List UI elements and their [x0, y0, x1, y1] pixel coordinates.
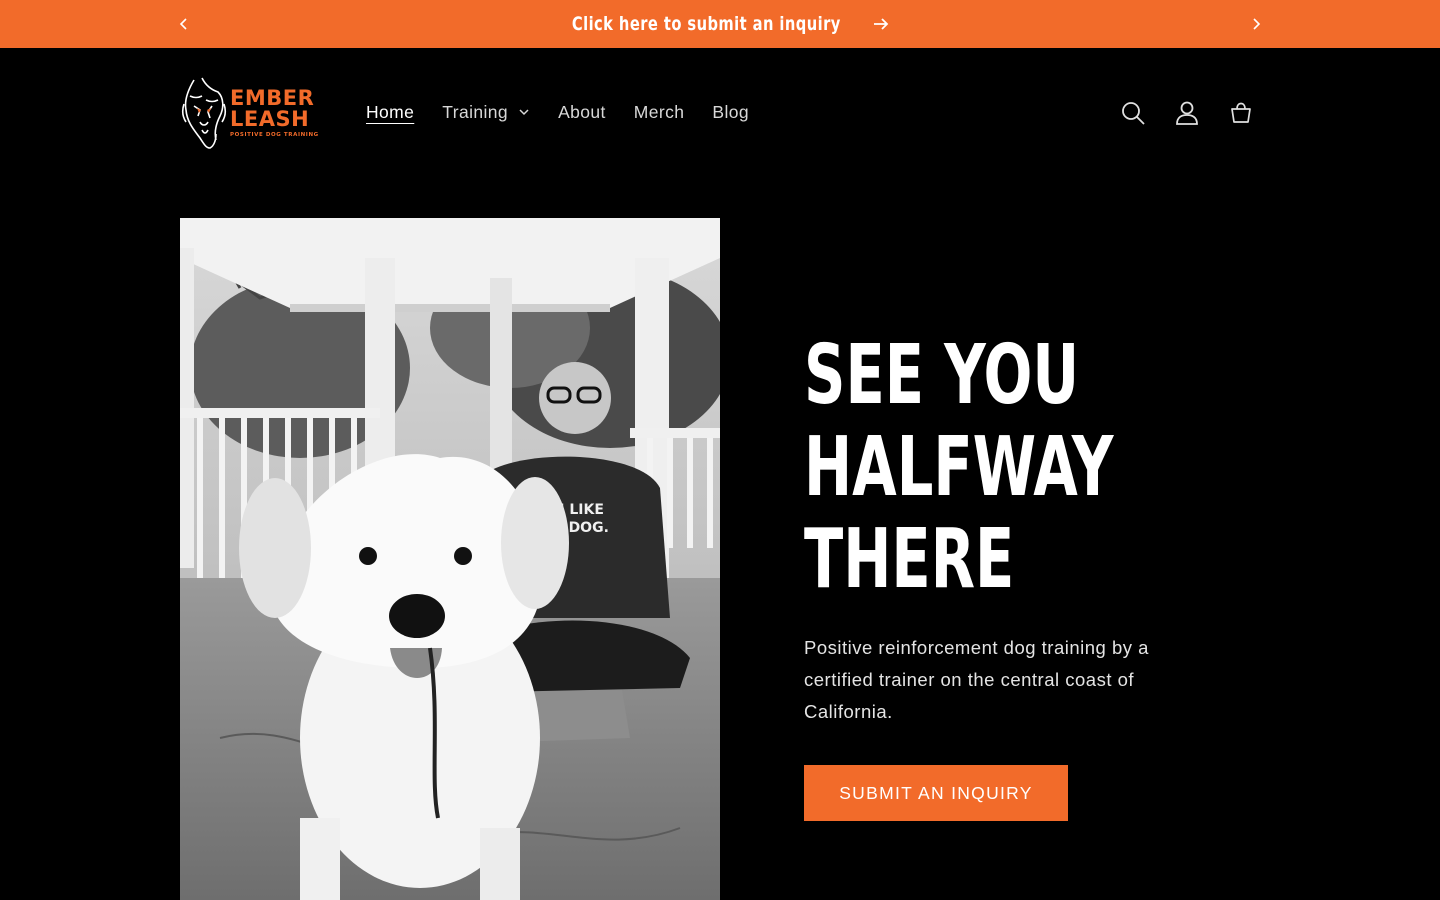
account-icon	[1176, 101, 1198, 125]
announcement-next-button[interactable]	[1244, 12, 1268, 36]
wolf-logo-icon	[181, 77, 227, 149]
nav-item-training-label: Training	[442, 101, 509, 122]
arrow-right-icon	[874, 18, 889, 30]
announcement-link[interactable]: Click here to submit an inquiry	[0, 0, 1440, 48]
search-icon	[1122, 102, 1145, 125]
hero-description: Positive reinforcement dog training by a…	[804, 637, 1149, 722]
submit-inquiry-button[interactable]: SUBMIT AN INQUIRY	[804, 765, 1068, 821]
search-button[interactable]	[1112, 92, 1154, 134]
chevron-down-icon	[519, 109, 529, 116]
announcement-bar: Click here to submit an inquiry	[0, 0, 1440, 48]
nav-item-training[interactable]: Training	[428, 102, 544, 123]
nav-item-blog[interactable]: Blog	[698, 102, 763, 123]
cart-button[interactable]	[1220, 92, 1262, 134]
site-header: EMBER LEASH POSITIVE DOG TRAINING Home T…	[0, 48, 1440, 176]
nav-item-about[interactable]: About	[544, 102, 620, 123]
hero-title-line-2: HALFWAY	[804, 420, 1114, 515]
header-icons	[1112, 92, 1262, 134]
hero-title-line-3: THERE	[804, 512, 1015, 607]
logo[interactable]: EMBER LEASH POSITIVE DOG TRAINING	[180, 76, 322, 150]
main-nav: Home Training About Merch Blog	[352, 98, 763, 126]
hero-photo-illustration: HEY, I LIKE YOUR DOG.	[180, 218, 720, 900]
hero-title: SEE YOU HALFWAY THERE	[804, 330, 1264, 606]
logo-word-ember: EMBER	[230, 85, 315, 110]
account-button[interactable]	[1166, 92, 1208, 134]
hero-title-line-1: SEE YOU	[804, 328, 1080, 423]
chevron-right-icon	[1253, 18, 1261, 30]
nav-item-home[interactable]: Home	[352, 102, 428, 123]
nav-item-merch[interactable]: Merch	[620, 102, 699, 123]
logo-tagline: POSITIVE DOG TRAINING	[230, 131, 319, 138]
logo-word-leash: LEASH	[230, 106, 310, 131]
cart-icon	[1231, 102, 1251, 123]
announcement-text: Click here to submit an inquiry	[571, 13, 841, 35]
hero-image: HEY, I LIKE YOUR DOG.	[180, 218, 720, 900]
